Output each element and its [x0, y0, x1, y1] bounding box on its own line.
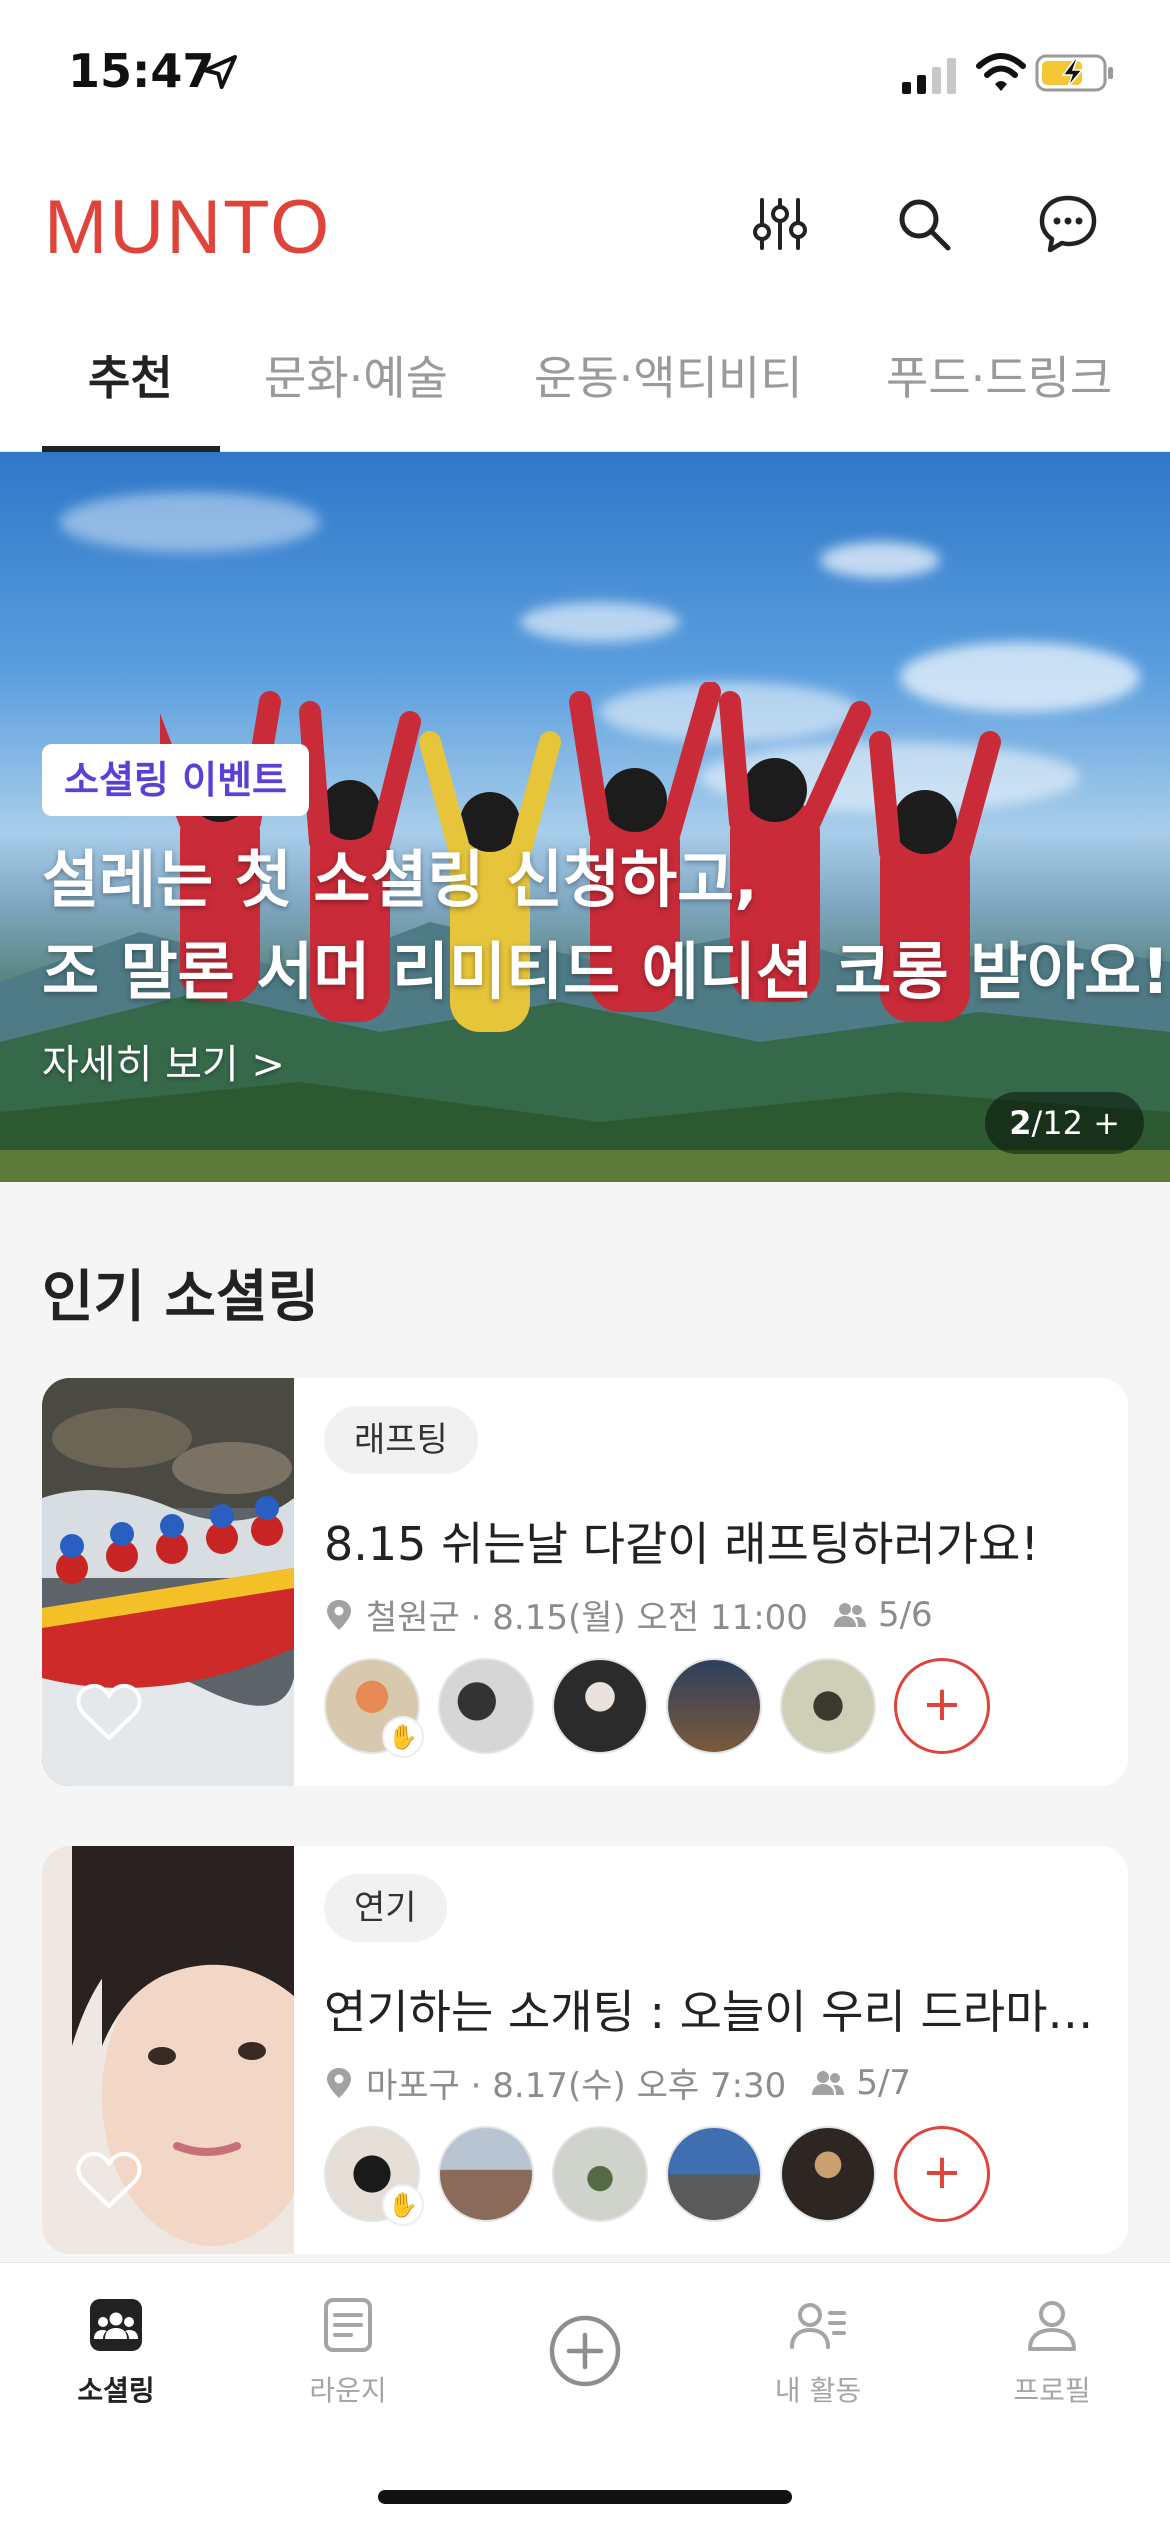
location-pin-icon — [327, 2067, 351, 2098]
status-time: 15:47 — [68, 44, 215, 98]
host-clap-icon: ✋ — [382, 2184, 424, 2226]
avatar[interactable] — [780, 1658, 876, 1754]
category-chip: 래프팅 — [324, 1406, 478, 1474]
banner-counter-total: /12 + — [1031, 1104, 1120, 1142]
avatar[interactable] — [666, 1658, 762, 1754]
wifi-icon — [976, 53, 1026, 91]
people-icon — [833, 1602, 866, 1627]
tab-recommended[interactable]: 추천 — [88, 342, 173, 408]
card-title: 연기하는 소개팅 : 오늘이 우리 드라마의 ... — [324, 1985, 1104, 2039]
home-indicator[interactable] — [378, 2490, 792, 2504]
location-datetime: 마포구 · 8.17(수) 오후 7:30 — [366, 2066, 787, 2106]
nav-socialing[interactable]: 소셜링 — [26, 2295, 206, 2409]
munto-logo: MUNTO — [44, 185, 332, 270]
heart-icon[interactable] — [76, 1682, 142, 1742]
location-datetime: 철원군 · 8.15(월) 오전 11:00 — [366, 1598, 808, 1638]
avatar[interactable] — [666, 2126, 762, 2222]
card-body: 연기 연기하는 소개팅 : 오늘이 우리 드라마의 ... 마포구 · 8.17… — [324, 1846, 1114, 2254]
socialing-card[interactable]: 래프팅 8.15 쉬는날 다같이 래프팅하러가요! 철원군 · 8.15(월) … — [42, 1378, 1128, 1786]
avatar[interactable] — [552, 2126, 648, 2222]
location-arrow-icon — [203, 55, 237, 89]
profile-icon — [1028, 2301, 1076, 2351]
search-icon[interactable] — [892, 192, 956, 256]
heart-icon[interactable] — [76, 2150, 142, 2210]
banner-counter-current: 2 — [1009, 1104, 1032, 1142]
content-area: 인기 소셜링 래프팅 8.15 쉬는날 다같이 래프팅하러가요! 철원군 · 8… — [0, 1182, 1170, 2262]
nav-label: 소셜링 — [77, 2374, 155, 2407]
event-badge: 소셜링 이벤트 — [42, 744, 309, 816]
tab-food-drink[interactable]: 푸드·드링크 — [886, 342, 1112, 408]
card-meta: 철원군 · 8.15(월) 오전 11:00 5/6 — [324, 1590, 933, 1639]
card-body: 래프팅 8.15 쉬는날 다같이 래프팅하러가요! 철원군 · 8.15(월) … — [324, 1378, 1114, 1786]
banner-page-counter[interactable]: 2/12 + — [985, 1092, 1144, 1154]
chat-icon[interactable] — [1036, 192, 1100, 256]
cellular-signal-icon — [902, 58, 956, 94]
category-chip: 연기 — [324, 1874, 447, 1942]
avatar[interactable] — [438, 1658, 534, 1754]
banner-more-link[interactable]: 자세히 보기 > — [42, 1032, 285, 1090]
card-meta: 마포구 · 8.17(수) 오후 7:30 5/7 — [324, 2058, 911, 2107]
avatar[interactable] — [438, 2126, 534, 2222]
nav-label: 라운지 — [309, 2374, 387, 2407]
location-pin-icon — [327, 1599, 351, 1630]
plus-circle-icon — [549, 2315, 621, 2387]
nav-profile[interactable]: 프로필 — [962, 2295, 1142, 2409]
battery-charging-icon — [1035, 54, 1113, 92]
host-avatar-wrap: ✋ — [324, 1658, 424, 1758]
nav-my-activity[interactable]: 내 활동 — [728, 2295, 908, 2409]
join-button[interactable]: + — [894, 1658, 990, 1754]
avatar[interactable] — [780, 2126, 876, 2222]
group-icon — [90, 2299, 142, 2351]
avatar[interactable] — [552, 1658, 648, 1754]
tab-sports-activity[interactable]: 운동·액티비티 — [534, 342, 803, 408]
card-title: 8.15 쉬는날 다같이 래프팅하러가요! — [324, 1517, 1039, 1571]
host-avatar-wrap: ✋ — [324, 2126, 424, 2226]
socialing-card[interactable]: 연기 연기하는 소개팅 : 오늘이 우리 드라마의 ... 마포구 · 8.17… — [42, 1846, 1128, 2254]
banner-title: 설레는 첫 소셜링 신청하고, 조 말론 서머 리미티드 에디션 코롱 받아요! — [42, 834, 1169, 1018]
filter-icon[interactable] — [748, 192, 812, 256]
document-icon — [324, 2298, 372, 2352]
nav-label: 내 활동 — [774, 2374, 862, 2407]
member-avatars: ✋ + — [324, 1658, 990, 1758]
category-tabs: 추천 문화·예술 운동·액티비티 푸드·드링크 — [0, 300, 1170, 452]
tab-culture-art[interactable]: 문화·예술 — [264, 342, 448, 408]
event-banner[interactable]: 소셜링 이벤트 설레는 첫 소셜링 신청하고, 조 말론 서머 리미티드 에디션… — [0, 452, 1170, 1182]
section-title: 인기 소셜링 — [42, 1265, 320, 1330]
app-header: MUNTO — [0, 150, 1170, 300]
member-avatars: ✋ + — [324, 2126, 990, 2226]
member-count: 5/7 — [856, 2062, 912, 2103]
nav-lounge[interactable]: 라운지 — [258, 2295, 438, 2409]
nav-create[interactable] — [495, 2313, 675, 2389]
banner-title-line-1: 설레는 첫 소셜링 신청하고, — [42, 843, 758, 916]
member-count: 5/6 — [877, 1594, 933, 1635]
card-image-acting — [42, 1846, 294, 2254]
join-button[interactable]: + — [894, 2126, 990, 2222]
people-icon — [812, 2070, 845, 2095]
host-clap-icon: ✋ — [382, 1716, 424, 1758]
my-activity-icon — [790, 2303, 846, 2349]
status-bar: 15:47 — [0, 0, 1170, 150]
card-image-rafting — [42, 1378, 294, 1786]
nav-label: 프로필 — [1013, 2374, 1091, 2407]
banner-title-line-2: 조 말론 서머 리미티드 에디션 코롱 받아요! — [42, 935, 1170, 1008]
